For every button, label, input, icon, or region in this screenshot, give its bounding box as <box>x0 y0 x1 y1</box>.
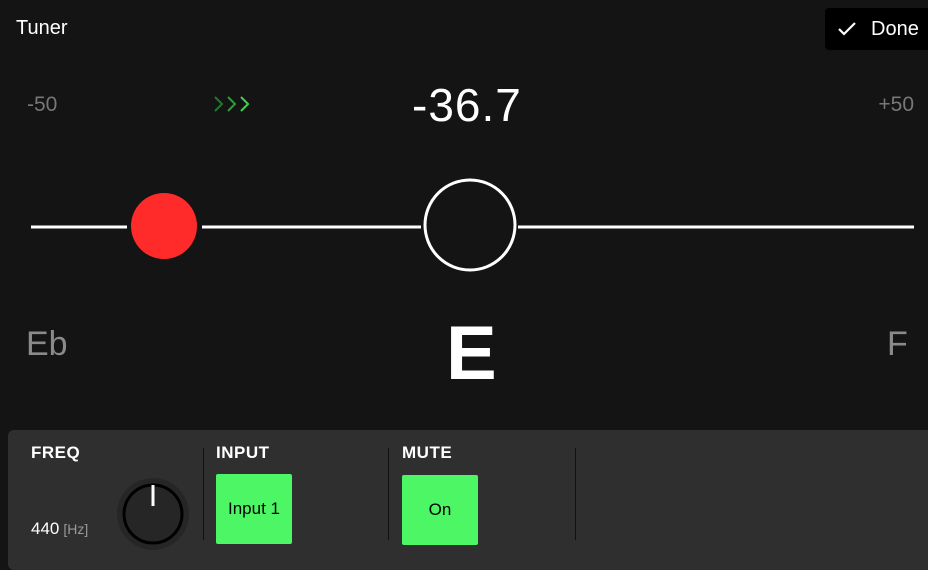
lower-note-label: Eb <box>26 325 68 363</box>
divider <box>388 448 389 540</box>
upper-note-label: F <box>887 325 908 363</box>
current-note-label: E <box>446 311 497 396</box>
control-panel: FREQ 440 [Hz] INPUT Input 1 MUTE On <box>8 430 928 570</box>
center-target-circle <box>423 178 517 272</box>
freq-value: 440 <box>31 519 60 538</box>
tuning-meter <box>31 178 914 272</box>
freq-label: FREQ <box>31 443 81 462</box>
divider <box>575 448 576 540</box>
freq-unit: [Hz] <box>63 521 89 537</box>
input-label: INPUT <box>216 443 270 462</box>
input-select-button[interactable]: Input 1 <box>216 474 292 544</box>
mute-label: MUTE <box>402 443 453 462</box>
mute-toggle-button[interactable]: On <box>402 475 478 545</box>
pitch-indicator-dot <box>131 193 197 259</box>
freq-knob[interactable] <box>116 477 192 553</box>
freq-readout: 440 [Hz] <box>31 519 88 539</box>
divider <box>203 448 204 540</box>
